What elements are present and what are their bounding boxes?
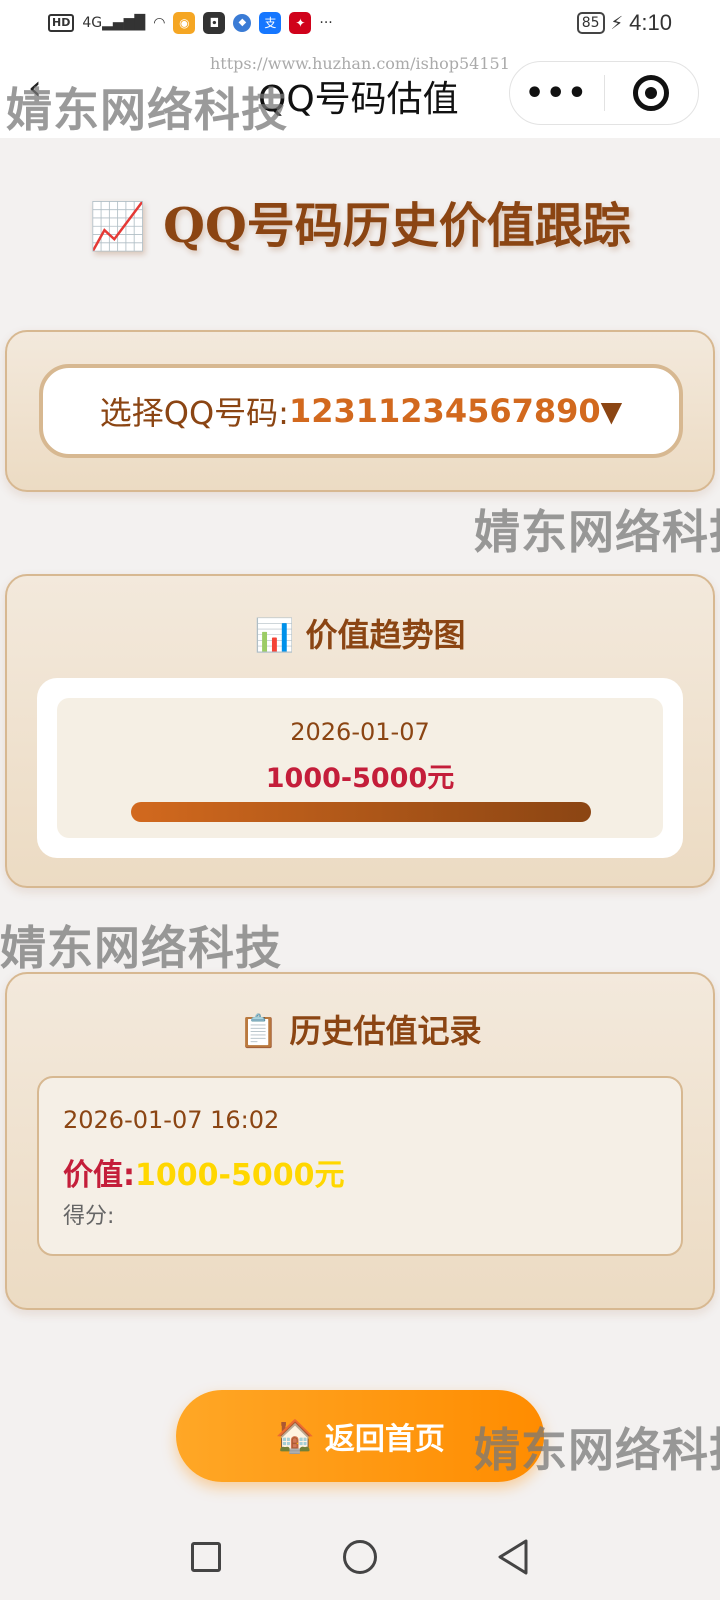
watermark-text: 婧东网络科技 [6, 83, 288, 137]
browser-icon: ◆ [233, 14, 252, 32]
app-icon: ✦ [289, 12, 312, 34]
qq-number-select[interactable]: 选择QQ号码: 12311234567890 ▼ [39, 364, 683, 458]
more-notifications-icon: ··· [319, 15, 333, 31]
trend-title-text: 价值趋势图 [305, 616, 466, 654]
record-value: 价值:1000-5000元 [63, 1150, 344, 1194]
history-record: 2026-01-07 16:02 价值:1000-5000元 得分: [37, 1076, 683, 1256]
record-score: 得分: [63, 1204, 115, 1229]
status-bar: HD 4G▂▄▆█ ◠ ◉ ◘ ◆ 支 ✦ ··· 85 ⚡ 4:10 [0, 0, 720, 46]
trend-card-title: 📊 价值趋势图 [7, 610, 713, 656]
trend-card: 📊 价值趋势图 2026-01-07 1000-5000元 [5, 574, 715, 888]
select-value: 12311234567890 [288, 392, 601, 430]
chart-item: 2026-01-07 1000-5000元 [57, 698, 663, 838]
status-icons: HD 4G▂▄▆█ ◠ ◉ ◘ ◆ 支 ✦ ··· [48, 12, 333, 34]
triangle-down-icon: ▼ [600, 394, 623, 428]
record-time: 2026-01-07 16:02 [63, 1106, 280, 1134]
select-label: 选择QQ号码: [99, 394, 289, 432]
house-icon: 🏠 [275, 1417, 315, 1455]
nav-title: QQ号码估值 [258, 79, 459, 120]
chart-increasing-icon: 📈 [89, 199, 147, 253]
qq-selector-card: 选择QQ号码: 12311234567890 ▼ [5, 330, 715, 492]
watermark-url: https://www.huzhan.com/ishop54151 [210, 54, 510, 73]
chart-value-label: 1000-5000元 [265, 763, 455, 794]
back-home-label: 返回首页 [324, 1422, 445, 1457]
back-triangle-icon[interactable] [496, 1538, 530, 1576]
bar-chart-icon: 📊 [254, 616, 295, 654]
mini-program-capsule: ••• [509, 61, 699, 125]
watermark-text: 婧东网络科技 [474, 505, 720, 559]
system-nav-bar [0, 1520, 720, 1600]
history-card: 📋 历史估值记录 2026-01-07 16:02 价值:1000-5000元 … [5, 972, 715, 1310]
close-mini-program-button[interactable] [605, 75, 699, 111]
clipboard-icon: 📋 [238, 1012, 279, 1050]
watermark-text: 婧东网络科技 [0, 921, 282, 975]
target-icon [633, 75, 670, 111]
chart-date-label: 2026-01-07 [290, 718, 430, 746]
status-right: 85 ⚡ 4:10 [576, 10, 672, 36]
chart-bar [131, 802, 591, 822]
battery-icon: 85 [576, 12, 605, 34]
clock: 4:10 [629, 10, 672, 35]
page-title-text: QQ号码历史价值跟踪 [163, 198, 631, 254]
more-options-button[interactable]: ••• [510, 76, 604, 111]
history-card-title: 📋 历史估值记录 [7, 1006, 713, 1052]
record-value-label: 价值: [63, 1158, 135, 1193]
weibo-icon: ◉ [173, 12, 196, 34]
wifi-icon: ◠ [153, 15, 166, 31]
alipay-icon: 支 [259, 12, 282, 34]
bag-icon: ◘ [203, 12, 226, 34]
signal-icon: 4G▂▄▆█ [82, 15, 146, 31]
recent-apps-button[interactable] [191, 1542, 221, 1572]
charging-icon: ⚡ [610, 12, 624, 34]
watermark-text: 婧东网络科技 [474, 1423, 720, 1477]
hd-icon: HD [48, 14, 75, 32]
trend-chart: 2026-01-07 1000-5000元 [37, 678, 683, 858]
history-title-text: 历史估值记录 [289, 1012, 482, 1050]
home-button[interactable] [343, 1540, 377, 1574]
signal-label: 4G [82, 15, 103, 31]
page-title: 📈 QQ号码历史价值跟踪 [0, 186, 720, 256]
chart-bar-track [131, 802, 591, 822]
record-value-amount: 1000-5000元 [135, 1158, 345, 1193]
